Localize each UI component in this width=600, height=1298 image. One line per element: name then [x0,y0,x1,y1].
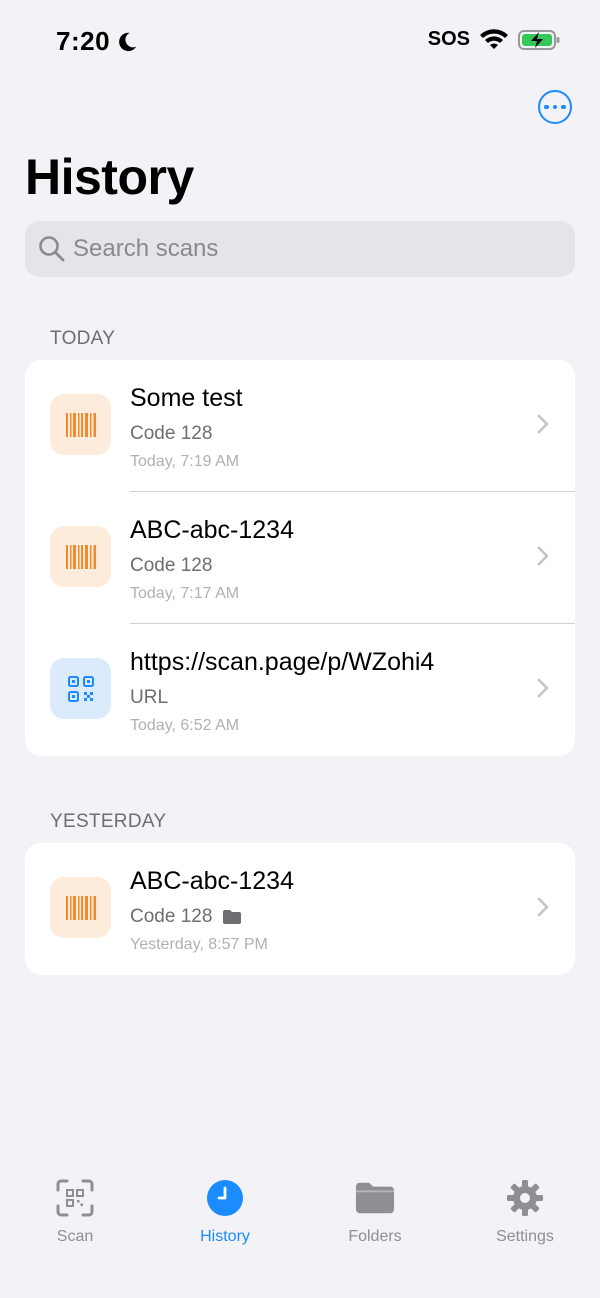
search-bar[interactable] [25,221,575,277]
search-input[interactable] [73,235,553,263]
item-type-label: Code 128 [130,555,213,576]
today-list: Some test Code 128 Today, 7:19 AM ABC-ab… [25,360,575,756]
gear-icon [505,1178,545,1218]
page-title: History [25,149,194,205]
status-time: 7:20 [56,26,138,57]
item-title: Some test [130,384,243,412]
ellipsis-dot [552,104,558,110]
item-title: ABC-abc-1234 [130,516,294,544]
tab-label: Folders [348,1228,402,1245]
list-item[interactable]: Some test Code 128 Today, 7:19 AM [25,360,575,492]
list-item[interactable]: ABC-abc-1234 Code 128 Today, 7:17 AM [25,492,575,624]
item-type: Code 128 [130,423,243,445]
tab-bar: Scan History Folders Settings [0,1158,600,1298]
item-time: Today, 7:17 AM [130,585,240,602]
item-text: ABC-abc-1234 Code 128 Today, 7:17 AM [130,516,294,603]
section-header-today: TODAY [50,328,116,349]
item-time: Yesterday, 8:57 PM [130,936,268,953]
item-type-label: Code 128 [130,423,213,444]
item-type: URL [130,687,434,709]
tab-label: Scan [56,1228,94,1245]
tab-label: History [200,1228,250,1245]
section-header-yesterday: YESTERDAY [50,811,167,832]
tab-folders[interactable]: Folders [315,1178,435,1246]
wifi-icon [480,28,508,49]
qr-scan-icon [55,1178,95,1218]
tab-scan[interactable]: Scan [15,1178,135,1246]
folder-icon [355,1178,395,1218]
item-title: https://scan.page/p/WZohi4 [130,648,435,676]
item-time: Today, 6:52 AM [130,717,240,734]
tab-settings[interactable]: Settings [465,1178,585,1246]
barcode-icon [50,526,111,587]
item-type-label: Code 128 [130,906,213,927]
battery-charging-icon [518,29,560,50]
status-bar: 7:20 SOS [0,0,600,80]
item-text: Some test Code 128 Today, 7:19 AM [130,384,243,471]
clock-icon [205,1178,245,1218]
item-time: Today, 7:19 AM [130,453,240,470]
chevron-right-icon [537,897,549,917]
chevron-right-icon [537,546,549,566]
barcode-icon [50,394,111,455]
carrier-label: SOS [427,28,470,50]
item-title: ABC-abc-1234 [130,867,294,895]
tab-history[interactable]: History [165,1178,285,1246]
more-options-button[interactable] [538,90,572,124]
ellipsis-circle-icon [544,104,549,110]
item-text: https://scan.page/p/WZohi4 URL Today, 6:… [130,648,434,735]
clock-time: 7:20 [56,26,111,56]
chevron-right-icon [537,414,549,434]
ellipsis-dot [561,104,566,110]
folder-icon [223,910,242,924]
item-type: Code 128 [130,906,294,928]
yesterday-list: ABC-abc-1234 Code 128 Yesterday, 8:57 PM [25,843,575,975]
status-indicators: SOS [428,28,560,51]
search-icon [37,234,67,264]
moon-icon [119,32,137,51]
chevron-right-icon [537,678,549,698]
history-screen: 7:20 SOS History Search scans TODAY Some… [0,0,600,1298]
tab-label: Settings [496,1228,554,1245]
qr-code-icon [50,658,111,719]
item-type: Code 128 [130,555,294,577]
list-item[interactable]: ABC-abc-1234 Code 128 Yesterday, 8:57 PM [25,843,575,975]
item-text: ABC-abc-1234 Code 128 Yesterday, 8:57 PM [130,867,294,954]
barcode-icon [50,877,111,938]
item-type-label: URL [130,687,169,708]
list-item[interactable]: https://scan.page/p/WZohi4 URL Today, 6:… [25,624,575,756]
